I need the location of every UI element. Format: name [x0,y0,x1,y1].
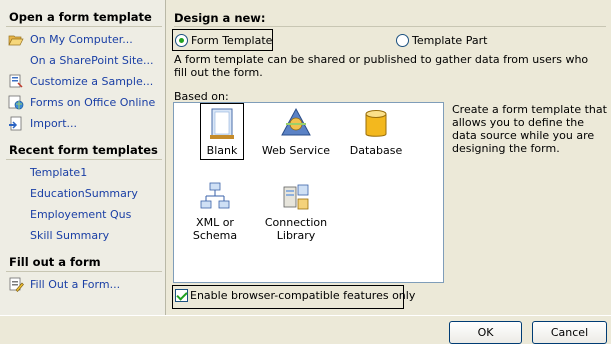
import-icon [9,116,22,131]
sample-form-icon [9,74,23,88]
recent-templates-heading: Recent form templates [9,143,158,157]
database-icon [365,110,387,137]
blank-form-icon [210,108,234,139]
web-service-template-label: Web Service [261,144,331,157]
recent-template-item[interactable]: Employement Qus [30,208,131,221]
open-template-heading: Open a form template [9,10,152,24]
fill-out-form-link[interactable]: Fill Out a Form... [30,278,120,291]
template-part-label[interactable]: Template Part [412,34,487,47]
recent-template-item[interactable]: Skill Summary [30,229,109,242]
import-link[interactable]: Import... [30,117,77,130]
task-pane: Open a form template On My Computer... O… [0,0,166,315]
connection-library-icon [283,184,309,210]
design-description: A form template can be shared or publish… [174,53,589,79]
globe-icon [8,95,24,110]
template-list[interactable]: Blank Web Service Database XML or Schema [173,102,444,283]
divider [6,271,162,272]
browser-compatible-checkbox[interactable] [175,289,188,302]
blank-template-item[interactable]: Blank [194,107,250,157]
database-template-label: Database [349,144,403,157]
template-part-radio[interactable] [396,34,409,47]
on-sharepoint-site-link[interactable]: On a SharePoint Site... [30,54,154,67]
recent-template-item[interactable]: Template1 [30,166,87,179]
blank-template-label: Blank [206,144,238,157]
form-template-radio[interactable] [175,34,188,47]
customize-sample-link[interactable]: Customize a Sample... [30,75,153,88]
form-template-label[interactable]: Form Template [191,34,272,47]
xml-schema-template-item[interactable]: XML or Schema [176,181,254,242]
web-service-template-item[interactable]: Web Service [258,107,334,157]
on-my-computer-link[interactable]: On My Computer... [30,33,133,46]
template-description: Create a form template that allows you t… [452,103,607,155]
folder-open-icon [8,35,24,46]
recent-template-item[interactable]: EducationSummary [30,187,138,200]
fill-form-icon [9,277,24,292]
xml-schema-icon [200,182,230,209]
divider [174,26,606,27]
fill-out-form-heading: Fill out a form [9,255,101,269]
divider [6,159,162,160]
web-service-icon [281,107,311,136]
browser-compatible-label[interactable]: Enable browser-compatible features only [190,289,415,302]
cancel-button[interactable]: Cancel [532,321,607,344]
dialog-button-bar: OK Cancel [0,315,611,344]
ok-button[interactable]: OK [449,321,522,344]
xml-schema-template-label: XML or Schema [192,216,238,242]
divider [6,26,162,27]
design-new-heading: Design a new: [174,11,266,25]
forms-on-office-online-link[interactable]: Forms on Office Online [30,96,155,109]
connection-library-template-label: Connection Library [264,216,328,242]
database-template-item[interactable]: Database [348,107,404,157]
connection-library-template-item[interactable]: Connection Library [258,181,334,242]
